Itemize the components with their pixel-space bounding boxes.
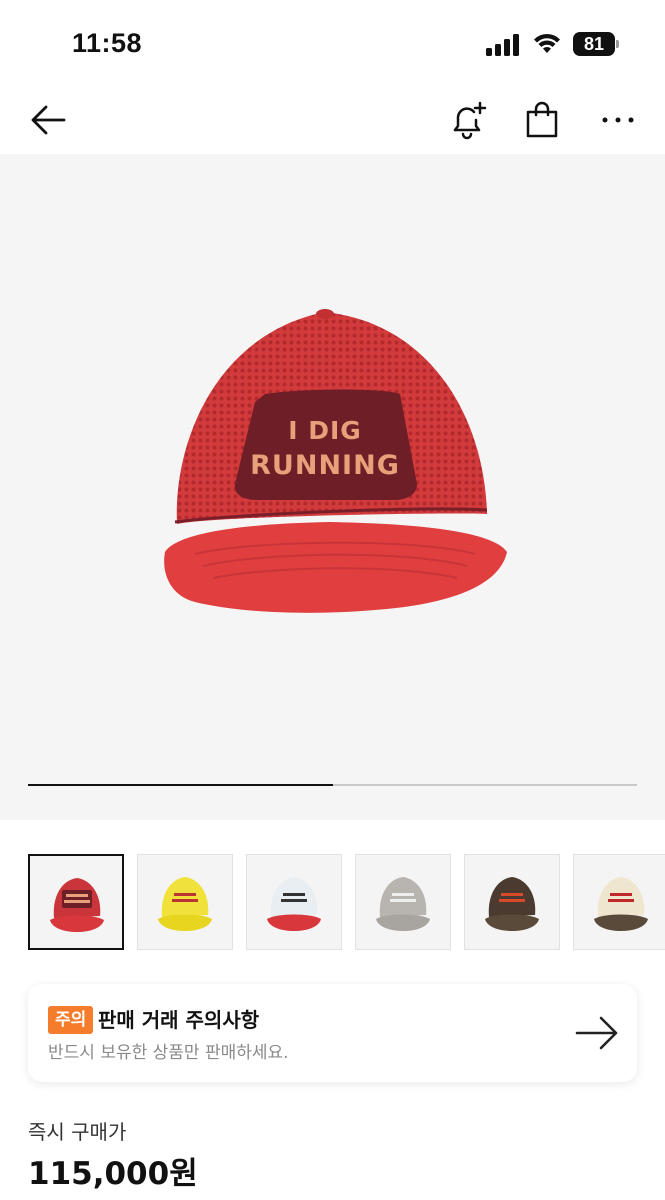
arrow-right-icon <box>574 1014 620 1056</box>
thumbnail-yellow-cap[interactable] <box>137 854 233 950</box>
notification-add-button[interactable] <box>446 98 490 142</box>
bell-plus-icon <box>453 101 487 140</box>
thumbnail-strip <box>0 854 665 950</box>
thumbnail-white-red-cap[interactable] <box>246 854 342 950</box>
sale-notice-card[interactable]: 주의 판매 거래 주의사항 반드시 보유한 상품만 판매하세요. <box>28 984 637 1082</box>
price-value: 115,000원 <box>28 1156 198 1192</box>
back-button[interactable] <box>26 98 70 142</box>
shopping-bag-icon <box>526 101 558 138</box>
cap-thumbnail-icon <box>158 877 212 931</box>
cap-thumbnail-icon <box>594 877 648 931</box>
thumbnail-grey-cap[interactable] <box>355 854 451 950</box>
product-image-gallery[interactable]: I DIG RUNNING <box>0 154 665 820</box>
shopping-bag-button[interactable] <box>520 98 564 142</box>
wifi-icon <box>531 31 563 59</box>
battery-level: 81 <box>583 34 605 54</box>
cap-thumbnail-icon <box>267 877 321 931</box>
product-cap-image: I DIG RUNNING <box>164 309 507 613</box>
gallery-progress-fill <box>28 784 333 786</box>
more-options-button[interactable] <box>596 98 640 142</box>
nav-bar <box>0 88 665 154</box>
back-arrow-icon <box>31 105 66 135</box>
thumbnail-brown-cap[interactable] <box>464 854 560 950</box>
cap-thumbnail-icon <box>50 878 104 932</box>
thumbnail-red-cap[interactable] <box>28 854 124 950</box>
battery-icon: 81 <box>573 32 619 56</box>
more-dots-icon <box>602 117 634 123</box>
gallery-progress-bar <box>28 784 637 786</box>
thumbnail-cream-brown-cap[interactable] <box>573 854 665 950</box>
cap-thumbnail-icon <box>376 877 430 931</box>
patch-text-line1: I DIG <box>288 416 362 445</box>
notice-badge: 주의 <box>48 1006 94 1034</box>
notice-subtitle: 반드시 보유한 상품만 판매하세요. <box>48 1043 289 1063</box>
status-time: 11:58 <box>72 28 143 58</box>
patch-text-line2: RUNNING <box>250 450 400 481</box>
notice-title: 판매 거래 주의사항 <box>98 1008 260 1032</box>
cap-thumbnail-icon <box>485 877 539 931</box>
price-label: 즉시 구매가 <box>28 1120 127 1144</box>
cellular-signal-icon <box>486 34 522 60</box>
status-bar: 11:58 81 <box>0 0 665 88</box>
